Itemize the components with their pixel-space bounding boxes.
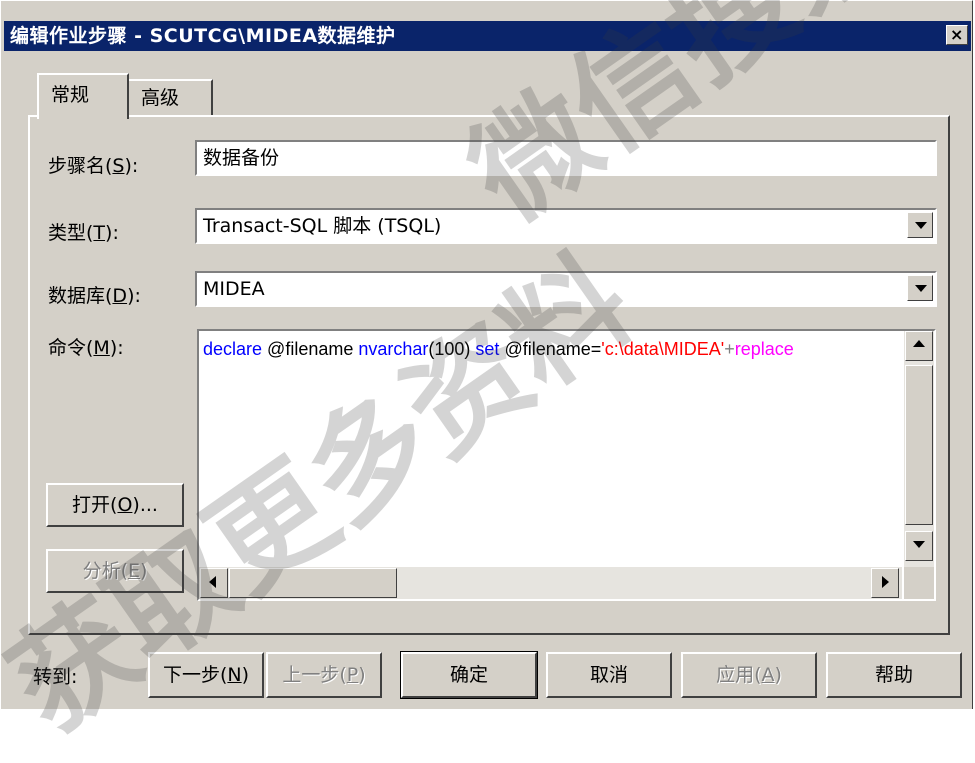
sql-operator: +	[724, 339, 735, 359]
apply-button[interactable]: 应用(A)	[681, 652, 817, 698]
previous-step-hotkey: P	[346, 664, 359, 686]
next-step-button[interactable]: 下一步(N)	[148, 652, 264, 698]
parse-button-suffix: )	[140, 560, 148, 582]
parse-button-hotkey: E	[127, 560, 140, 582]
apply-prefix: 应用(	[716, 664, 762, 686]
window-title: 编辑作业步骤 - SCUTCG\MIDEA数据维护	[10, 25, 396, 47]
scroll-left-button[interactable]	[200, 568, 228, 598]
database-label-suffix: ):	[127, 285, 141, 307]
open-button-suffix: )...	[132, 494, 158, 516]
step-name-label-prefix: 步骤名(	[48, 155, 113, 177]
step-name-input[interactable]: 数据备份	[195, 140, 937, 176]
help-button[interactable]: 帮助	[826, 652, 962, 698]
arrow-left-icon	[209, 576, 216, 588]
tab-general[interactable]: 常规	[37, 73, 129, 119]
step-name-label-suffix: ):	[124, 155, 139, 177]
parse-button-prefix: 分析(	[82, 560, 128, 582]
next-step-suffix: )	[241, 664, 250, 686]
open-button-prefix: 打开(	[72, 494, 118, 516]
database-value: MIDEA	[203, 278, 265, 300]
vertical-scroll-thumb[interactable]	[905, 365, 933, 525]
type-hotkey: T	[93, 222, 106, 244]
next-step-prefix: 下一步(	[162, 664, 228, 686]
database-dropdown-button[interactable]	[907, 275, 933, 301]
previous-step-prefix: 上一步(	[282, 664, 347, 686]
open-button-hotkey: O	[117, 494, 133, 516]
type-label: 类型(T):	[48, 218, 119, 245]
arrow-down-icon	[913, 541, 925, 548]
tab-general-label: 常规	[51, 84, 90, 106]
database-select[interactable]: MIDEA	[195, 271, 937, 307]
step-name-value: 数据备份	[203, 147, 280, 169]
chevron-down-icon	[915, 285, 927, 292]
goto-label: 转到:	[33, 666, 78, 688]
title-bar[interactable]: 编辑作业步骤 - SCUTCG\MIDEA数据维护 ×	[4, 21, 971, 51]
apply-suffix: )	[774, 664, 782, 686]
type-label-suffix: ):	[105, 222, 119, 244]
tab-advanced[interactable]: 高级	[127, 79, 213, 115]
sql-keyword-declare: declare	[203, 339, 263, 359]
scroll-right-button[interactable]	[871, 568, 899, 598]
type-select[interactable]: Transact-SQL 脚本 (TSQL)	[195, 208, 937, 244]
command-code-line[interactable]: declare @filename nvarchar(100) set @fil…	[203, 339, 903, 360]
database-label-prefix: 数据库(	[48, 285, 113, 307]
sql-keyword-type: nvarchar	[358, 339, 429, 359]
command-editor[interactable]: declare @filename nvarchar(100) set @fil…	[197, 329, 936, 601]
horizontal-scroll-thumb[interactable]	[229, 568, 397, 598]
ok-button[interactable]: 确定	[400, 651, 538, 699]
database-hotkey: D	[112, 285, 128, 307]
sql-keyword-set: set	[475, 339, 500, 359]
sql-variable: @filename	[262, 339, 359, 359]
sql-function: replace	[734, 339, 794, 359]
command-hotkey: M	[93, 337, 110, 359]
command-label-suffix: ):	[109, 337, 124, 359]
edit-job-step-dialog: 编辑作业步骤 - SCUTCG\MIDEA数据维护 × 常规 高级 步骤名(S)…	[0, 0, 973, 709]
step-name-hotkey: S	[112, 155, 125, 177]
tab-advanced-label: 高级	[141, 87, 180, 109]
scroll-up-button[interactable]	[905, 331, 933, 361]
database-label: 数据库(D):	[48, 281, 141, 308]
previous-step-button[interactable]: 上一步(P)	[266, 652, 382, 698]
vertical-scrollbar[interactable]	[904, 331, 934, 567]
type-dropdown-button[interactable]	[907, 212, 933, 238]
previous-step-suffix: )	[358, 664, 366, 686]
horizontal-scrollbar[interactable]	[199, 567, 902, 599]
chevron-down-icon	[915, 222, 927, 229]
command-label-prefix: 命令(	[48, 337, 94, 359]
command-label: 命令(M):	[48, 333, 124, 360]
arrow-up-icon	[913, 340, 925, 347]
scroll-down-button[interactable]	[905, 531, 933, 561]
close-icon: ×	[950, 25, 964, 44]
step-name-label: 步骤名(S):	[48, 151, 138, 178]
open-button[interactable]: 打开(O)...	[46, 483, 184, 527]
cancel-button[interactable]: 取消	[546, 652, 672, 698]
arrow-right-icon	[882, 576, 889, 588]
type-label-prefix: 类型(	[48, 222, 94, 244]
sql-string: 'c:\data\MIDEA'	[601, 339, 725, 359]
sql-length: (100)	[428, 339, 476, 359]
close-button[interactable]: ×	[946, 25, 968, 45]
scrollbar-corner	[904, 567, 934, 599]
parse-button[interactable]: 分析(E)	[46, 549, 184, 593]
type-value: Transact-SQL 脚本 (TSQL)	[203, 215, 442, 237]
sql-assign: @filename=	[499, 339, 602, 359]
next-step-hotkey: N	[227, 664, 242, 686]
apply-hotkey: A	[761, 664, 775, 686]
